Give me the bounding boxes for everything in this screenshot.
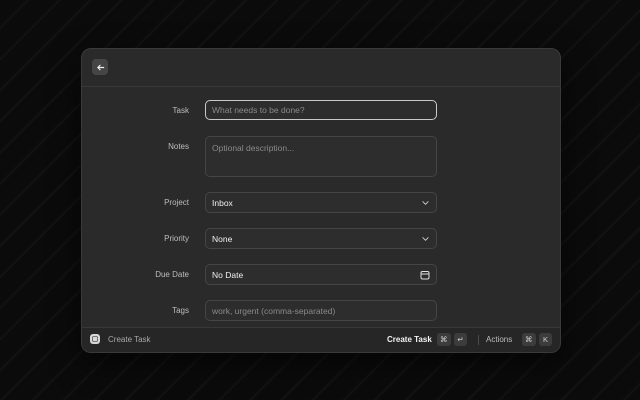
action-bar: Create Task Create Task ⌘ ↵ Actions ⌘ K	[82, 327, 560, 352]
chevron-down-icon	[422, 236, 429, 241]
create-task-window: Task What needs to be done? Notes Option…	[81, 48, 561, 353]
priority-label: Priority	[164, 234, 189, 243]
project-value: Inbox	[212, 197, 233, 208]
command-key-badge: ⌘	[522, 333, 536, 346]
calendar-icon[interactable]	[420, 270, 430, 280]
app-icon	[90, 334, 100, 344]
priority-select[interactable]: None	[205, 228, 437, 249]
due-date-value: No Date	[212, 269, 244, 280]
priority-value: None	[212, 233, 233, 244]
notes-label: Notes	[168, 142, 189, 151]
create-task-button[interactable]: Create Task	[387, 335, 432, 344]
tags-placeholder: work, urgent (comma-separated)	[212, 305, 336, 316]
task-input[interactable]: What needs to be done?	[205, 100, 437, 120]
footer-title: Create Task	[108, 335, 151, 344]
due-date-picker[interactable]: No Date	[205, 264, 437, 285]
project-label: Project	[164, 198, 189, 207]
task-label: Task	[172, 106, 189, 115]
back-arrow-icon	[96, 64, 104, 70]
due-date-label: Due Date	[155, 270, 189, 279]
notes-textarea[interactable]: Optional description...	[205, 136, 437, 177]
notes-placeholder: Optional description...	[212, 143, 295, 153]
actions-button[interactable]: Actions	[486, 335, 512, 344]
window-header	[82, 49, 560, 87]
command-key-badge: ⌘	[437, 333, 451, 346]
tags-input[interactable]: work, urgent (comma-separated)	[205, 300, 437, 321]
project-select[interactable]: Inbox	[205, 192, 437, 213]
footer-divider	[478, 335, 479, 345]
tags-label: Tags	[172, 306, 189, 315]
enter-key-badge: ↵	[454, 333, 467, 346]
back-button[interactable]	[92, 59, 108, 75]
task-placeholder: What needs to be done?	[212, 105, 305, 115]
k-key-badge: K	[539, 333, 552, 346]
app-icon-glyph	[92, 336, 98, 342]
chevron-down-icon	[422, 200, 429, 205]
